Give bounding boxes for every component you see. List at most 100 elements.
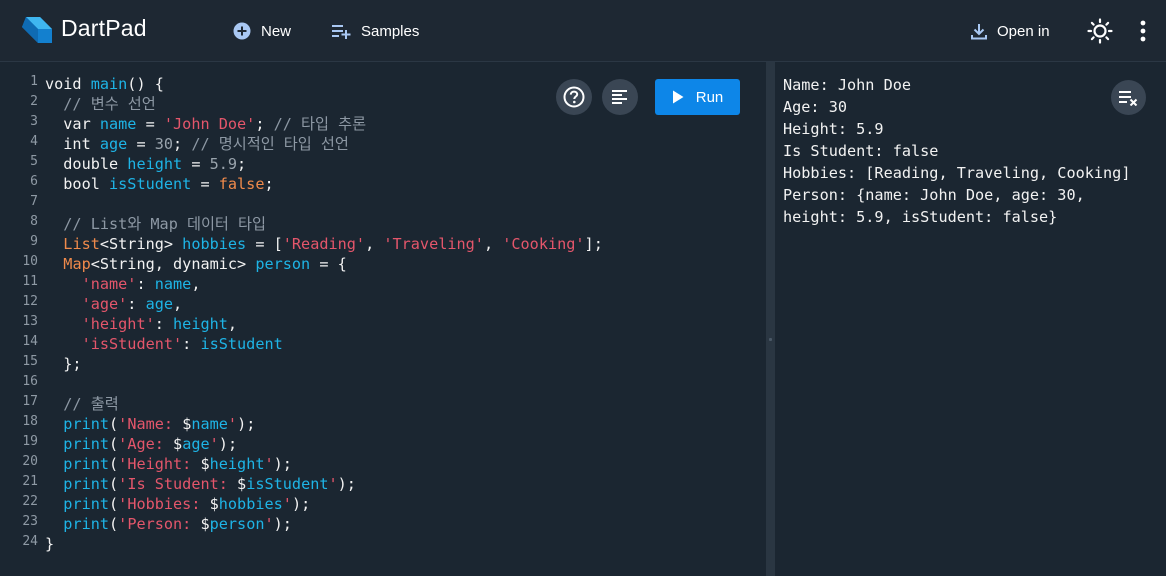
top-app-bar: DartPad New Samples Open in (0, 0, 1166, 62)
code-token: double (45, 155, 128, 173)
output-line: height: 5.9, isStudent: false} (783, 208, 1058, 226)
run-label: Run (695, 88, 724, 106)
code-token: print (63, 495, 110, 513)
line-text[interactable]: 'height': height, (45, 314, 237, 334)
line-text[interactable]: int age = 30; // 명시적인 타입 선언 (45, 134, 349, 154)
line-number: 14 (22, 334, 38, 349)
line-text[interactable]: } (45, 534, 54, 554)
line-number: 20 (22, 454, 38, 469)
code-token: = { (310, 255, 347, 273)
code-token: isStudent (109, 175, 192, 193)
code-editor[interactable]: 1 void main() {2 // 변수 선언 3 var name = 'Jo… (0, 62, 766, 576)
line-number: 6 (30, 174, 38, 189)
code-token: 'Is Student: (118, 475, 238, 493)
line-text[interactable]: var name = 'John Doe'; // 타입 추론 (45, 114, 366, 134)
split-divider[interactable] (766, 62, 775, 576)
code-token: <String> (99, 235, 183, 253)
line-number: 22 (22, 494, 38, 509)
output-line: Is Student: false (783, 142, 939, 160)
line-number: 15 (22, 354, 38, 369)
more-vert-icon[interactable] (1134, 18, 1152, 44)
code-token: <String, dynamic> (90, 255, 256, 273)
line-number: 1 (30, 74, 38, 89)
line-number: 5 (30, 154, 38, 169)
line-text[interactable]: double height = 5.9; (45, 154, 246, 174)
line-text[interactable]: print('Age: $age'); (45, 434, 237, 454)
run-button[interactable]: Run (655, 79, 740, 115)
plus-circle-icon (233, 22, 251, 40)
divider-grip[interactable] (769, 338, 772, 341)
new-label: New (261, 22, 292, 40)
samples-button[interactable]: Samples (332, 17, 419, 45)
code-token: ( (109, 515, 119, 533)
code-token: () { (127, 75, 164, 93)
line-text[interactable]: print('Person: $person'); (45, 514, 292, 534)
code-token: name (191, 415, 228, 433)
line-text[interactable]: print('Height: $height'); (45, 454, 292, 474)
line-text[interactable]: print('Hobbies: $hobbies'); (45, 494, 310, 514)
line-text[interactable]: bool isStudent = false; (45, 174, 274, 194)
code-token: $ (209, 495, 219, 513)
code-token: 'height' (81, 315, 155, 333)
open-in-label: Open in (997, 22, 1050, 40)
code-token: 'isStudent' (81, 335, 183, 353)
code-token: person (209, 515, 265, 533)
code-token: 'Cooking' (502, 235, 585, 253)
code-token: main (90, 75, 128, 93)
line-number: 7 (30, 194, 38, 209)
line-text[interactable]: // List와 Map 데이터 타입 (45, 214, 266, 234)
line-number: 4 (30, 134, 38, 149)
code-token: print (63, 435, 110, 453)
clear-console-button[interactable] (1111, 80, 1146, 115)
line-number: 9 (30, 234, 38, 249)
code-token: // 명시적인 타입 선언 (191, 135, 349, 153)
code-token: ( (109, 415, 119, 433)
code-token: ; (264, 175, 274, 193)
new-button[interactable]: New (233, 17, 291, 45)
line-text[interactable]: 'name': name, (45, 274, 201, 294)
code-token: : (136, 275, 155, 293)
code-token: 'age' (81, 295, 128, 313)
code-token: // 출력 (45, 395, 119, 413)
line-number: 24 (22, 534, 38, 549)
output-line: Name: John Doe (783, 76, 912, 94)
app-title[interactable]: DartPad (61, 15, 147, 42)
line-text[interactable]: print('Name: $name'); (45, 414, 255, 434)
code-token: $ (200, 455, 210, 473)
code-token: // 타입 추론 (273, 115, 367, 133)
format-button[interactable] (602, 79, 638, 115)
line-text[interactable]: void main() { (45, 74, 164, 94)
line-text[interactable]: // 출력 (45, 394, 119, 414)
help-button[interactable] (556, 79, 592, 115)
brightness-icon[interactable] (1087, 18, 1113, 44)
code-token: print (63, 415, 110, 433)
code-token: ]; (584, 235, 603, 253)
line-number: 16 (22, 374, 38, 389)
code-token: ( (109, 435, 119, 453)
line-text[interactable]: List<String> hobbies = ['Reading', 'Trav… (45, 234, 603, 254)
line-text[interactable]: Map<String, dynamic> person = { (45, 254, 347, 274)
code-token: : (182, 335, 201, 353)
code-token: ' (264, 515, 274, 533)
code-token: 'Person: (118, 515, 201, 533)
line-text[interactable]: }; (45, 354, 81, 374)
line-text[interactable]: // 변수 선언 (45, 94, 155, 114)
output-line: Person: {name: John Doe, age: 30, (783, 186, 1085, 204)
download-icon (971, 23, 987, 39)
line-number: 10 (22, 254, 38, 269)
line-text[interactable]: 'isStudent': isStudent (45, 334, 283, 354)
dart-logo-icon[interactable] (18, 13, 54, 49)
open-in-button[interactable]: Open in (971, 17, 1050, 45)
line-number: 18 (22, 414, 38, 429)
line-text[interactable]: print('Is Student: $isStudent'); (45, 474, 356, 494)
line-text[interactable]: 'age': age, (45, 294, 183, 314)
output-line: Height: 5.9 (783, 120, 884, 138)
code-token: ; (255, 115, 274, 133)
help-circle-icon (563, 86, 585, 108)
line-number: 12 (22, 294, 38, 309)
